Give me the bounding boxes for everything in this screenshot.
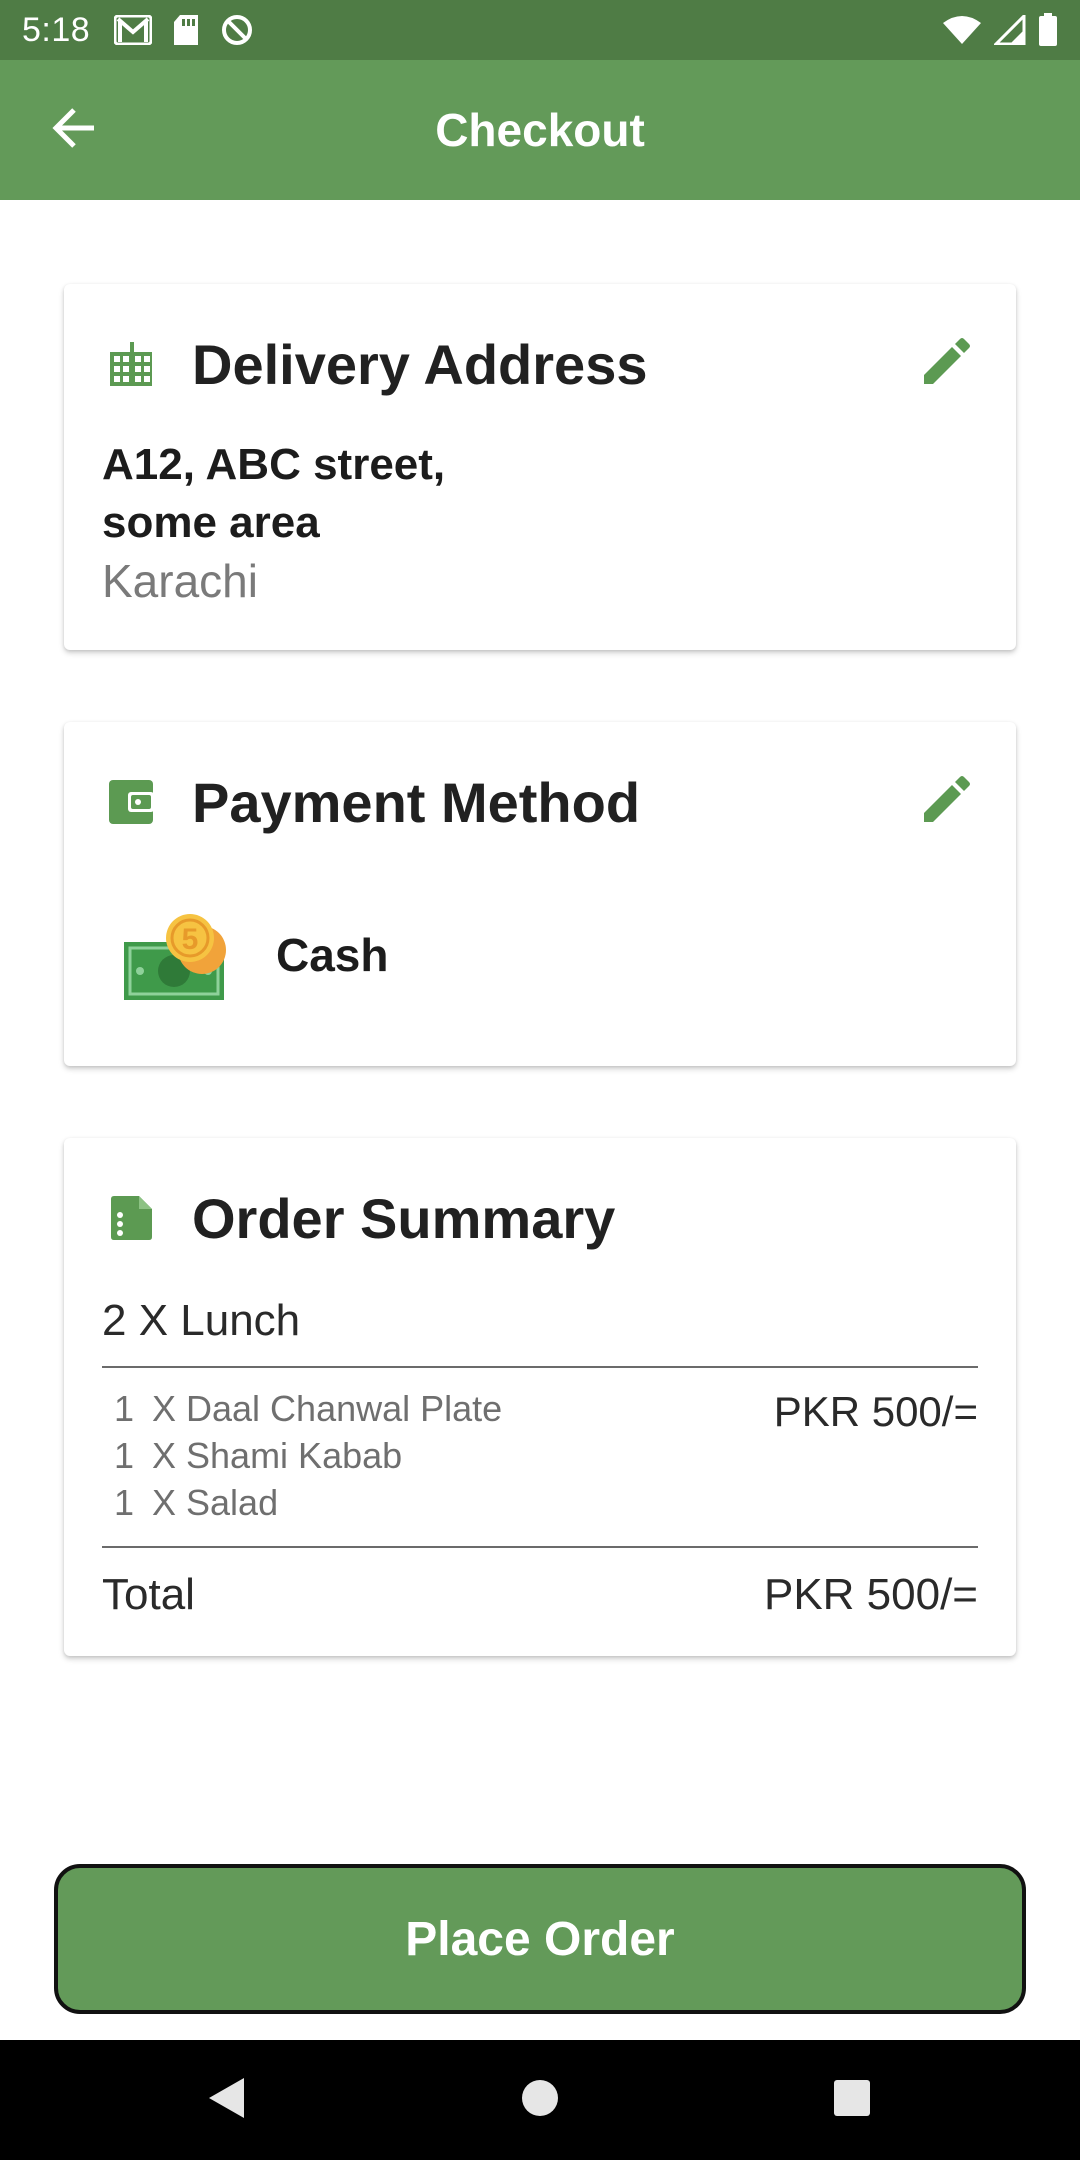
list-item: 1 X Salad [114,1482,502,1529]
nav-back-button[interactable] [166,2040,286,2160]
order-summary-header: Order Summary [104,1178,976,1258]
signal-icon [994,15,1026,45]
receipt-icon [104,1191,158,1245]
data-saver-icon [220,13,254,47]
divider [102,1366,978,1368]
status-time: 5:18 [22,10,91,49]
gmail-icon [114,15,153,45]
page-title: Checkout [435,104,645,156]
battery-icon [1038,13,1058,47]
pencil-icon [922,775,970,829]
nav-recents-icon [833,2079,871,2122]
total-value: PKR 500/= [763,1570,978,1619]
wifi-icon [942,15,982,45]
address-line-1: A12, ABC street, [102,440,446,489]
arrow-left-icon [52,107,96,153]
total-label: Total [102,1570,195,1619]
payment-method-header: Payment Method [104,762,976,842]
app-bar: Checkout [0,60,1080,200]
payment-method-value: Cash [276,929,389,981]
item-name: X Daal Chanwal Plate [152,1388,503,1429]
pencil-icon [922,337,970,391]
divider [102,1546,978,1548]
nav-home-icon [520,2078,560,2123]
nav-home-button[interactable] [480,2040,600,2160]
cash-money-icon: 5 [116,900,236,1010]
item-qty: 1 [114,1482,135,1523]
delivery-address-header: Delivery Address [104,324,976,404]
order-summary-title: Order Summary [192,1186,616,1250]
order-items-list: 1 X Daal Chanwal Plate 1 X Shami Kabab 1… [114,1388,502,1529]
status-bar: 5:18 [0,0,1080,60]
sd-card-icon [172,14,200,46]
item-name: X Salad [152,1482,279,1523]
item-qty: 1 [114,1388,135,1429]
delivery-address-card: Delivery Address A12, ABC street, some a… [64,284,1016,650]
order-summary-card: Order Summary 2 X Lunch 1 X Daal Chanwal… [64,1138,1016,1656]
edit-payment-button[interactable] [916,772,976,832]
system-nav-bar [0,2040,1080,2160]
item-qty: 1 [114,1435,135,1476]
edit-address-button[interactable] [916,334,976,394]
address-line-2: some area [102,498,320,547]
delivery-address-title: Delivery Address [192,332,648,396]
order-group-label: 2 X Lunch [102,1296,301,1345]
list-item: 1 X Shami Kabab [114,1435,502,1482]
group-price: PKR 500/= [773,1388,978,1435]
address-city: Karachi [102,555,258,607]
coin-label: 5 [182,923,199,956]
payment-method-title: Payment Method [192,770,641,834]
status-system-icons [942,13,1058,47]
list-item: 1 X Daal Chanwal Plate [114,1388,502,1435]
back-button[interactable] [40,96,108,164]
place-order-button[interactable]: Place Order [54,1864,1026,2014]
nav-recents-button[interactable] [792,2040,912,2160]
building-icon [104,337,158,391]
wallet-icon [104,775,158,829]
checkout-screen: 5:18 Checkout Delivery Address A12, ABC … [0,0,1080,2160]
item-name: X Shami Kabab [152,1435,403,1476]
status-notification-icons [114,13,254,47]
payment-method-card: Payment Method 5 Cash [64,722,1016,1066]
nav-back-icon [206,2076,246,2125]
